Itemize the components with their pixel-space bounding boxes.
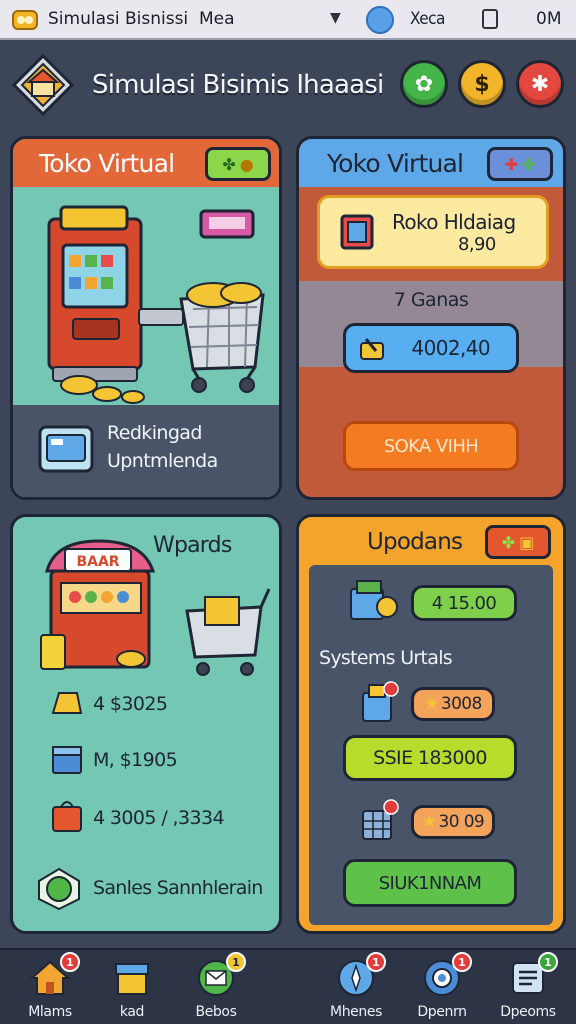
systems-label: Systems Urtals: [319, 647, 453, 669]
house-icon: 1: [29, 952, 80, 998]
nav-badge: 1: [226, 952, 246, 972]
sprout-icon: ✤: [501, 532, 516, 552]
nav-badge: 1: [538, 952, 558, 972]
gold-bar-icon: [51, 692, 83, 714]
compass-icon: 1: [336, 952, 386, 998]
stall-icon: [112, 958, 152, 998]
menu-text[interactable]: 0M: [536, 9, 561, 29]
store-panel-title: Toko Virtual: [39, 148, 175, 178]
gift-icon: ▣: [519, 532, 535, 552]
detail-tag-button[interactable]: ✚ ✤: [487, 147, 553, 181]
basket-icon: [362, 681, 399, 722]
store-info-line2: Upntmlenda: [107, 450, 218, 472]
sprout-icon: ✤: [522, 154, 536, 174]
reward-value-1: 4 $3025: [93, 693, 168, 715]
leaf-badge-icon: [38, 867, 80, 911]
nav-label: Dpeoms: [500, 1004, 556, 1020]
mail-icon: 1: [196, 952, 246, 998]
leaf-icon: ✿: [414, 71, 434, 97]
coin-button[interactable]: $: [458, 60, 506, 108]
list-icon: 1: [508, 952, 558, 998]
coin-stack-icon: [360, 338, 384, 360]
nav-label: Mlams: [28, 1004, 72, 1020]
star-icon: ★: [421, 812, 437, 832]
shop-logo-icon[interactable]: [12, 54, 74, 116]
buy-button[interactable]: SOKA VIHH: [343, 421, 519, 471]
leaf-button[interactable]: ✿: [400, 60, 448, 108]
updates-panel: Upodans ✤ ▣ 4 15.00 Systems Urtals ★ 3008…: [296, 514, 566, 934]
store-info-line1: Redkingad: [107, 422, 202, 444]
product-card[interactable]: Roko Hldaiag 8,90: [317, 195, 549, 269]
address-text[interactable]: Xeca: [410, 9, 445, 29]
rewards-panel: Wpards BAAR 4 $3025 M, $1905 4 3005 / ,3…: [10, 514, 282, 934]
updates-tag-button[interactable]: ✤ ▣: [485, 525, 551, 559]
box-coin-icon: [350, 580, 398, 620]
nav-label: Bebos: [195, 1004, 237, 1020]
nav-label: Dpenrn: [417, 1004, 467, 1020]
product-value: 8,90: [458, 233, 496, 255]
nav-item-bonus[interactable]: 1 Bebos: [176, 952, 256, 1020]
cart-basket-icon: [362, 799, 399, 840]
rewards-footer[interactable]: Sanles Sannhlerain: [93, 877, 263, 899]
reward-value-2: M, $1905: [93, 749, 178, 771]
candy-icon: ✚: [504, 154, 518, 174]
detail-panel: Yoko Virtual ✚ ✤ Roko Hldaiag 8,90 7 Gan…: [296, 136, 566, 500]
detail-panel-title: Yoko Virtual: [327, 148, 464, 178]
nav-item-messages[interactable]: 1 Mhenes: [316, 952, 396, 1020]
updates-title: Upodans: [367, 529, 463, 555]
buy-button-label: SOKA VIHH: [383, 435, 479, 457]
detail-subtitle: 7 Ganas: [393, 289, 469, 311]
star-icon: ★: [424, 694, 439, 714]
globe-icon[interactable]: [366, 6, 394, 34]
lemon-icon: ●: [239, 154, 254, 174]
tabs-icon[interactable]: [482, 9, 498, 29]
target-icon: 1: [422, 952, 472, 998]
settings-button[interactable]: ✱: [516, 60, 564, 108]
browser-tab-title[interactable]: Simulasi Bisnissi Mea: [48, 9, 235, 29]
status-bar: Simulasi Bisnissi Mea ▼ Xeca 0M: [0, 0, 576, 40]
chevron-down-icon[interactable]: ▼: [330, 10, 341, 26]
app-logo-icon: [12, 10, 38, 30]
coin-icon: $: [474, 71, 490, 97]
nav-label: Mhenes: [330, 1004, 382, 1020]
nav-item-shop[interactable]: kad: [92, 958, 172, 1020]
page-title: Simulasi Bisimis Ihaaasi: [92, 70, 384, 100]
nav-item-home[interactable]: 1 Mlams: [10, 952, 90, 1020]
updates-top-value[interactable]: 4 15.00: [411, 585, 517, 621]
nav-badge: 1: [366, 952, 386, 972]
bottom-nav: 1 Mlams kad 1 Bebos 1 Mhenes 1 Dpenrn 1: [0, 948, 576, 1024]
price-value: 4002,40: [411, 336, 490, 360]
product-name: Roko Hldaiag: [392, 209, 516, 234]
cube-icon: [52, 746, 82, 774]
nav-label: kad: [119, 1004, 145, 1020]
store-tag-button[interactable]: ✤ ●: [205, 147, 271, 181]
price-button[interactable]: 4002,40: [343, 323, 519, 373]
register-icon: [38, 425, 94, 473]
systems-value-2[interactable]: ★ 30 09: [411, 805, 495, 839]
market-stand-illustration: BAAR: [40, 539, 271, 676]
vending-cart-illustration: [47, 205, 265, 404]
nav-badge: 1: [60, 952, 80, 972]
nav-badge: 1: [452, 952, 472, 972]
sprout-icon: ✤: [222, 154, 236, 174]
reward-value-3: 4 3005 / ,3334: [93, 807, 225, 829]
store-panel: Toko Virtual ✤ ● Redkingad Upntmlenda: [10, 136, 282, 500]
gear-icon: ✱: [530, 71, 550, 97]
systems-value-1[interactable]: ★ 3008: [411, 687, 495, 721]
product-box-icon: [340, 214, 374, 250]
systems-big-value[interactable]: SSIE 183000: [343, 735, 517, 781]
updates-action-button[interactable]: SIUK1NNAM: [343, 859, 517, 907]
bag-icon: [52, 801, 82, 832]
nav-item-operations[interactable]: 1 Dpenrn: [402, 952, 482, 1020]
stand-sign-text: BAAR: [76, 554, 119, 570]
nav-item-options[interactable]: 1 Dpeoms: [488, 952, 568, 1020]
store-info-strip[interactable]: Redkingad Upntmlenda: [13, 405, 279, 497]
